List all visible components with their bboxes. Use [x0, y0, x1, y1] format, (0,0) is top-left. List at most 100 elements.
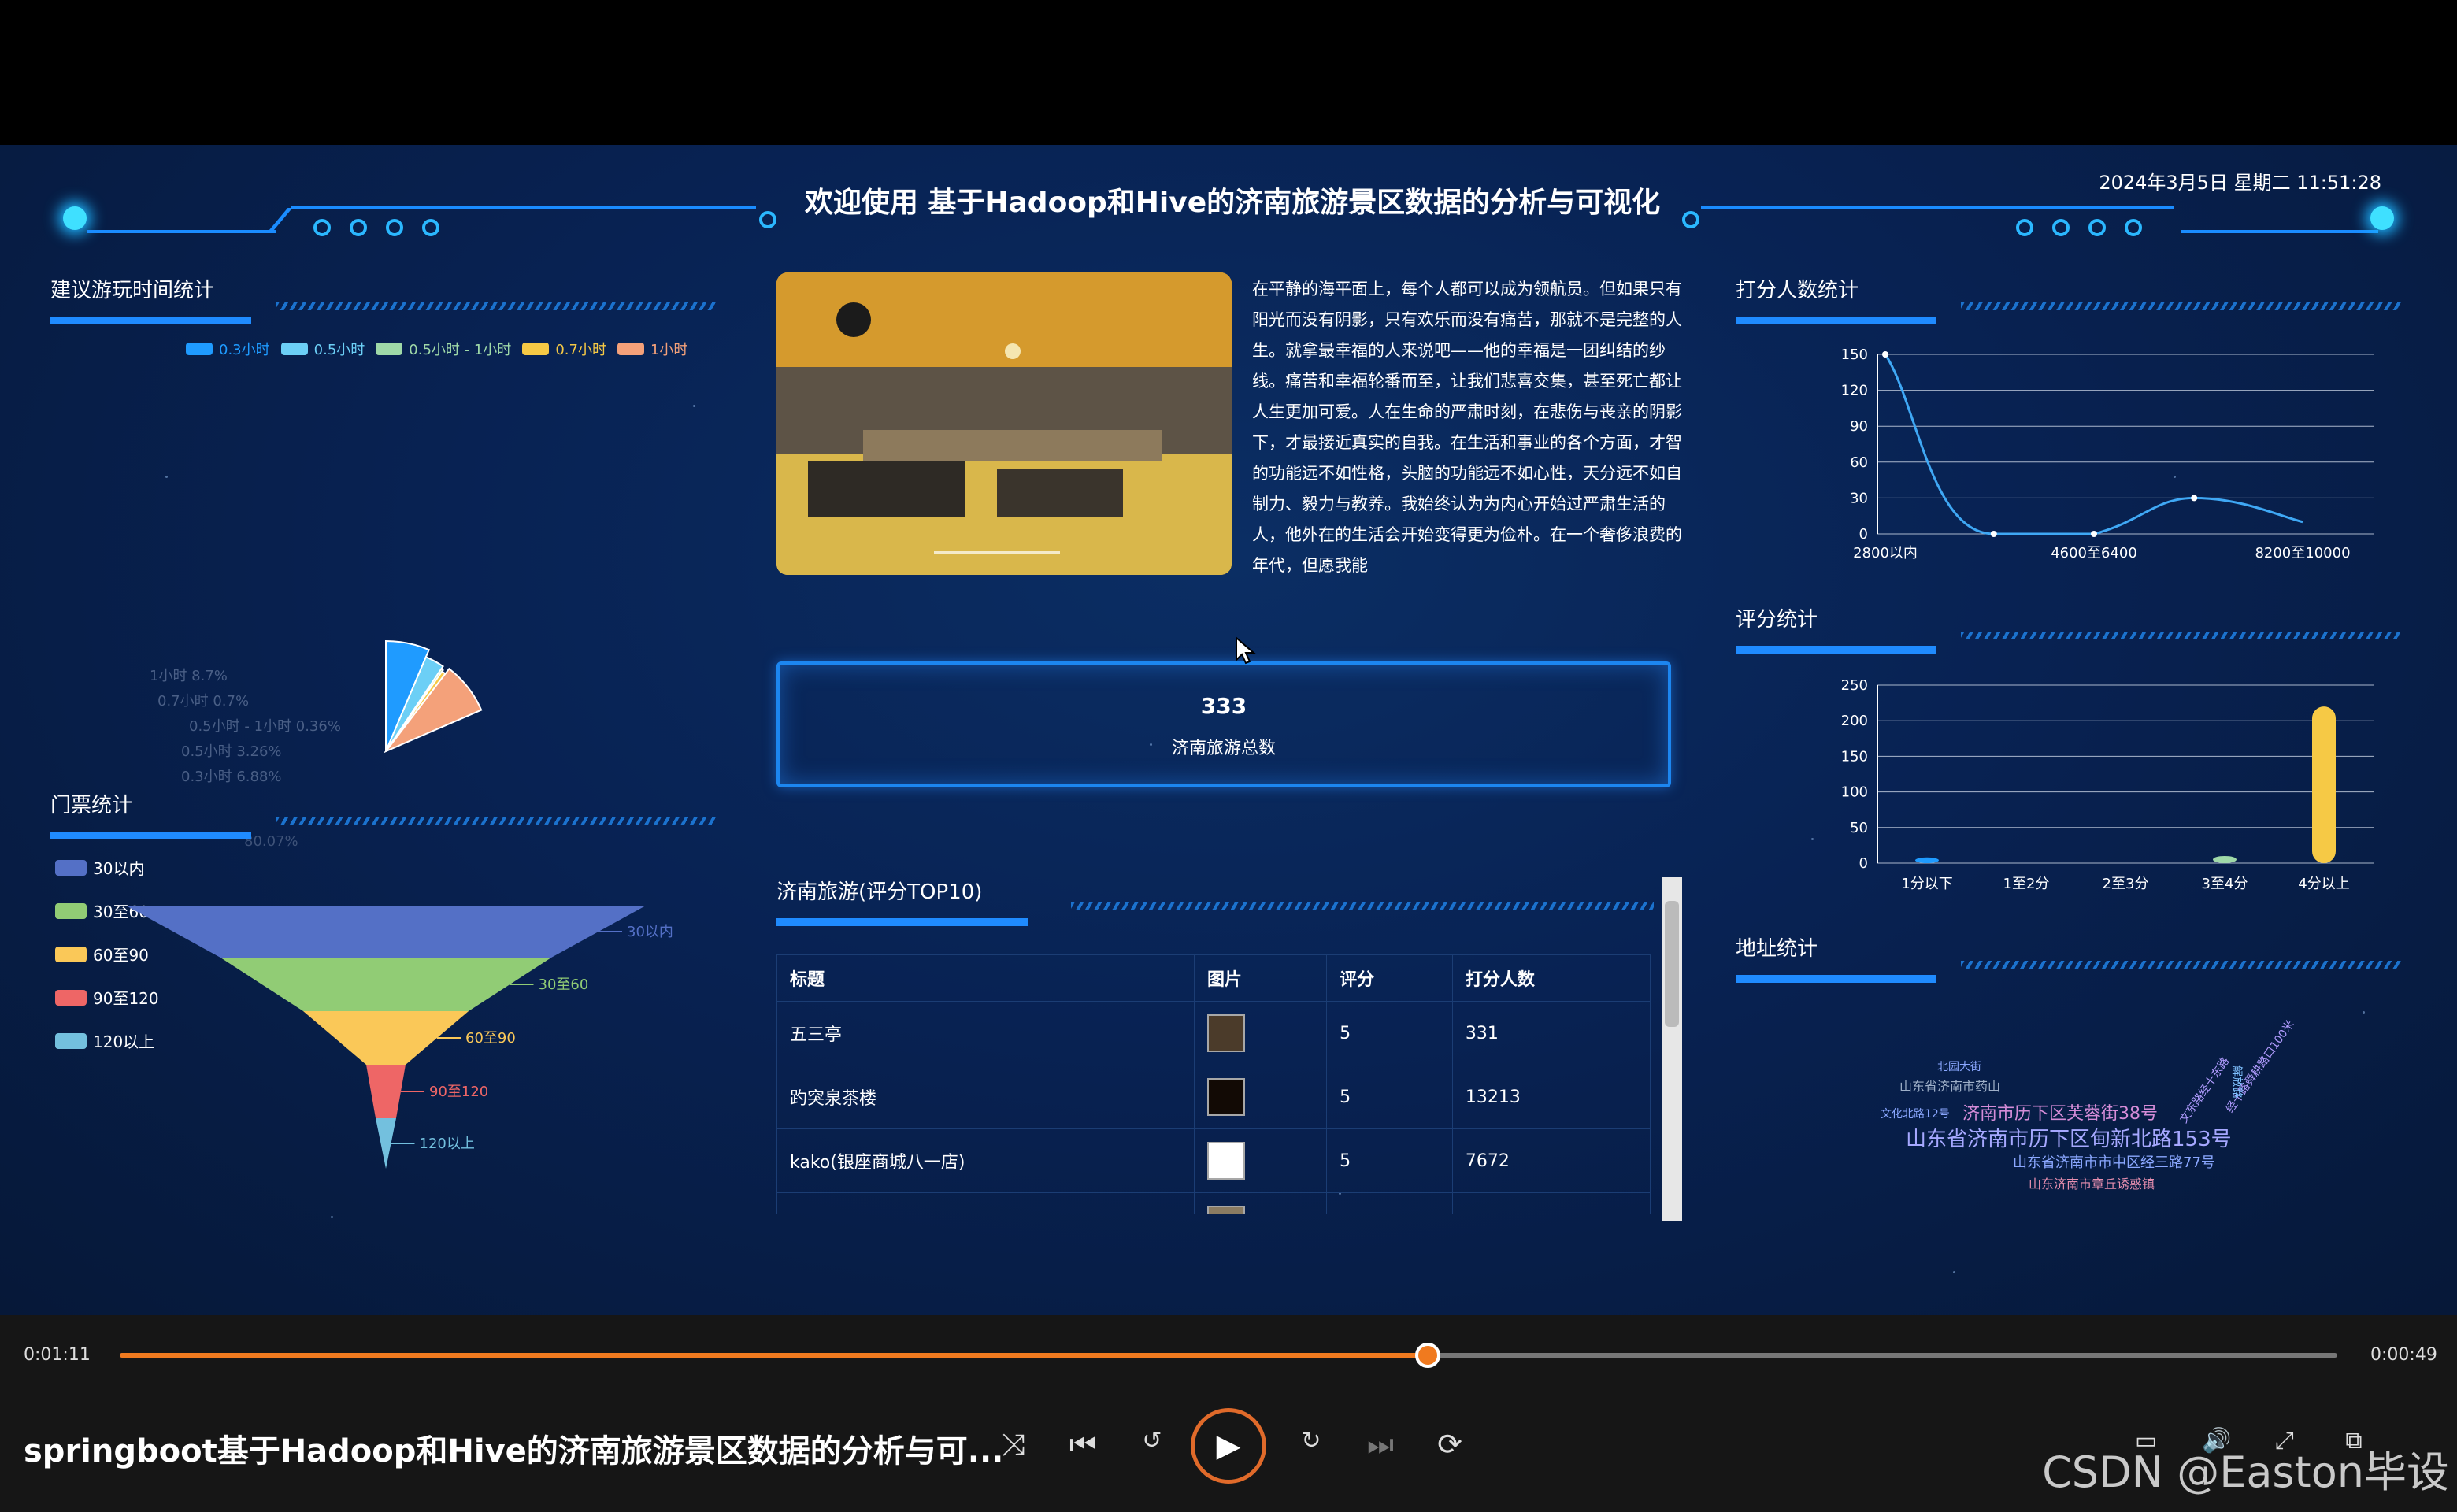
panel-bar	[1736, 317, 2405, 324]
table-row[interactable]: 五三亭 5 331	[776, 1001, 1651, 1065]
progress-handle[interactable]	[1415, 1343, 1441, 1368]
funnel-segment	[220, 958, 551, 1011]
office-image	[776, 272, 1232, 575]
row-image[interactable]	[1193, 1001, 1328, 1065]
score-tick-label: 50	[1850, 820, 1868, 836]
raters-point	[1882, 351, 1888, 358]
score-bar	[2312, 706, 2336, 863]
row-image[interactable]	[1193, 1192, 1328, 1214]
ticket-title: 门票统计	[50, 794, 133, 817]
row-count: 7672	[1451, 1128, 1651, 1193]
header-line	[291, 206, 756, 209]
pie-label: 0.3小时 6.88%	[181, 769, 282, 785]
progress-track[interactable]	[120, 1343, 2337, 1368]
funnel-segment	[126, 906, 646, 958]
score-tick-label: 200	[1841, 713, 1868, 729]
table-header-row: 标题 图片 评分 打分人数	[776, 954, 1651, 1002]
header-circle	[1682, 211, 1699, 228]
header-line	[2181, 230, 2378, 233]
star	[693, 405, 695, 407]
repeat-off-icon[interactable]: ⟳	[1430, 1427, 1469, 1462]
panel-hatch	[1961, 961, 2402, 969]
raters-line	[1884, 354, 2303, 536]
raters-tick-label: 120	[1841, 383, 1868, 399]
header-glow-dot-left	[63, 206, 87, 230]
header-line	[87, 230, 276, 233]
score-bar	[1915, 857, 1939, 863]
legend-item[interactable]: 30以内	[55, 846, 159, 889]
legend-item[interactable]: 0.3小时	[186, 339, 270, 359]
row-image[interactable]	[1193, 1065, 1328, 1129]
previous-icon[interactable]: ⏮	[1063, 1427, 1102, 1462]
legend-label: 0.5小时	[313, 342, 365, 358]
row-score	[1326, 1192, 1453, 1214]
raters-tick-label: 90	[1850, 418, 1868, 435]
panel-bar	[50, 832, 720, 839]
forward-30-icon[interactable]: ↻	[1292, 1427, 1331, 1455]
legend-swatch	[522, 343, 550, 355]
shuffle-icon[interactable]: ⤨	[994, 1427, 1033, 1462]
play-button[interactable]: ▶	[1191, 1408, 1266, 1484]
intro-text: 在平静的海平面上，每个人都可以成为领航员。但如果只有阳光而没有阴影，只有欢乐而没…	[1252, 280, 1682, 575]
top10-table: 标题 图片 评分 打分人数 五三亭 5 331 趵突泉茶楼 5 13213 ka…	[776, 954, 1651, 1214]
play-time-title: 建议游玩时间统计	[50, 279, 215, 302]
legend-item[interactable]: 1小时	[617, 339, 687, 359]
page-title: 欢迎使用 基于Hadoop和Hive的济南旅游景区数据的分析与可视化	[804, 187, 1661, 219]
table-row[interactable]: 趵突泉茶楼 5 13213	[776, 1065, 1651, 1129]
row-title: 五三亭	[776, 1001, 1195, 1065]
score-x-label: 1分以下	[1901, 876, 1952, 892]
word: 文东路经十东路	[2177, 1054, 2233, 1126]
score-x-label: 4分以上	[2298, 876, 2349, 892]
top10-table-wrapper: 标题 图片 评分 打分人数 五三亭 5 331 趵突泉茶楼 5 13213 ka…	[776, 954, 1651, 1214]
pie-label: 0.5小时 - 1小时 0.36%	[189, 718, 341, 735]
address-wordcloud: 北园大街 山东省济南市药山 文化北路12号 济南市历下区芙蓉街38号 山东省济南…	[1874, 1018, 2297, 1216]
legend-swatch	[55, 1032, 87, 1049]
col-image: 图片	[1193, 954, 1328, 1002]
legend-swatch	[186, 343, 213, 355]
raters-x-label: 2800以内	[1853, 545, 1918, 561]
header-glow-dot-right	[2370, 206, 2394, 230]
word: 山东省济南市历下区甸新北路153号	[1906, 1128, 2232, 1151]
header-circle	[759, 211, 776, 228]
raters-tick-label: 30	[1850, 490, 1868, 506]
score-bar-chart: 0 50 100 150 200 250 1分以下 1至2分 2至3分 3至4分 4分以上	[1841, 677, 2374, 892]
table-scrollbar[interactable]	[1662, 877, 1682, 1221]
col-score: 评分	[1326, 954, 1453, 1002]
row-image[interactable]	[1193, 1128, 1328, 1193]
table-row[interactable]	[776, 1192, 1651, 1214]
score-x-label: 2至3分	[2103, 876, 2149, 892]
rewind-10-icon[interactable]: ↺	[1132, 1427, 1172, 1455]
legend-swatch	[617, 343, 644, 355]
panel-hatch	[276, 817, 717, 825]
ticket-funnel-chart: 30以内 30至60 60至90 90至120 120以上	[126, 906, 673, 1169]
word: 山东省济南市药山	[1899, 1079, 2001, 1094]
star	[2362, 1011, 2365, 1014]
word: 文化北路12号	[1881, 1108, 1950, 1121]
row-score: 5	[1326, 1001, 1453, 1065]
row-title	[776, 1192, 1195, 1214]
legend-label: 1小时	[650, 342, 688, 358]
header-line	[266, 208, 293, 233]
raters-x-label: 4600至6400	[2051, 545, 2137, 561]
score-x-label: 1至2分	[2003, 876, 2050, 892]
scenic-photo[interactable]	[776, 272, 1232, 575]
thumbnail	[1207, 1078, 1245, 1116]
header-circle	[2052, 219, 2070, 236]
dashboard: 欢迎使用 基于Hadoop和Hive的济南旅游景区数据的分析与可视化 2024年…	[0, 145, 2457, 1315]
scrollbar-thumb[interactable]	[1665, 901, 1679, 1027]
legend-item[interactable]: 0.5小时 - 1小时	[376, 339, 511, 359]
raters-tick-label: 60	[1850, 454, 1868, 471]
next-icon[interactable]: ⏭	[1361, 1427, 1400, 1462]
legend-label: 0.7小时	[555, 342, 606, 358]
total-label: 济南旅游总数	[1171, 739, 1276, 758]
progress-fill	[120, 1353, 1429, 1358]
address-title: 地址统计	[1736, 937, 1818, 961]
raters-title: 打分人数统计	[1736, 279, 1859, 302]
header-circle	[2016, 219, 2033, 236]
legend-item[interactable]: 0.7小时	[522, 339, 606, 359]
table-row[interactable]: kako(银座商城八一店) 5 7672	[776, 1128, 1651, 1193]
legend-swatch	[280, 343, 308, 355]
legend-item[interactable]: 0.5小时	[280, 339, 365, 359]
header-line	[1701, 206, 2174, 209]
col-count: 打分人数	[1451, 954, 1651, 1002]
